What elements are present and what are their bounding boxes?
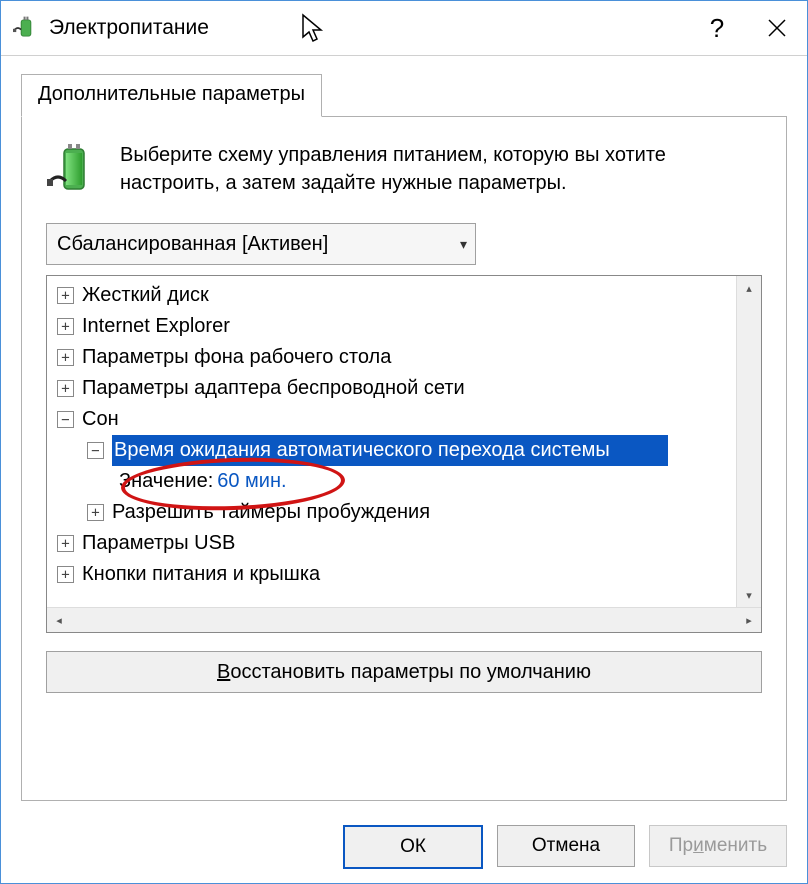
battery-icon <box>46 141 102 197</box>
close-icon <box>768 19 786 37</box>
restore-defaults-label: Восстановить параметры по умолчанию <box>217 661 591 684</box>
intro-text: Выберите схему управления питанием, кото… <box>120 141 762 197</box>
tab-content: Выберите схему управления питанием, кото… <box>21 116 787 801</box>
expand-icon[interactable]: + <box>57 287 74 304</box>
tab-advanced[interactable]: Дополнительные параметры <box>21 74 322 117</box>
sleep-timeout-value[interactable]: 60 мин. <box>217 466 286 497</box>
apply-button[interactable]: Применить <box>649 825 787 867</box>
dialog-footer: ОК Отмена Применить <box>1 815 807 883</box>
tree-item-wireless[interactable]: + Параметры адаптера беспроводной сети <box>53 373 757 404</box>
tree-item-wake-timers[interactable]: + Разрешить таймеры пробуждения <box>53 497 757 528</box>
help-button[interactable]: ? <box>687 1 747 55</box>
title-buttons: ? <box>687 1 807 55</box>
close-button[interactable] <box>747 1 807 55</box>
window-title: Электропитание <box>49 16 687 40</box>
expand-icon[interactable]: + <box>57 349 74 366</box>
titlebar: Электропитание ? <box>1 1 807 56</box>
cancel-button[interactable]: Отмена <box>497 825 635 867</box>
scroll-down-icon[interactable]: ▾ <box>737 583 761 607</box>
apply-label: Применить <box>669 835 767 857</box>
tab-header: Дополнительные параметры <box>21 74 787 117</box>
ok-button[interactable]: ОК <box>343 825 483 869</box>
settings-tree-scroll[interactable]: + Жесткий диск + Internet Explorer + Пар… <box>47 276 761 607</box>
tree-item-ie[interactable]: + Internet Explorer <box>53 311 757 342</box>
power-plan-selected: Сбалансированная [Активен] <box>57 233 328 256</box>
restore-defaults-button[interactable]: Восстановить параметры по умолчанию <box>46 651 762 693</box>
expand-icon[interactable]: + <box>57 566 74 583</box>
intro-row: Выберите схему управления питанием, кото… <box>46 141 762 197</box>
power-plan-select[interactable]: Сбалансированная [Активен] ▾ <box>46 223 476 265</box>
tree-item-sleep[interactable]: − Сон <box>53 404 757 435</box>
tree-item-usb[interactable]: + Параметры USB <box>53 528 757 559</box>
tree-item-buttons-lid[interactable]: + Кнопки питания и крышка <box>53 559 757 590</box>
horizontal-scrollbar[interactable]: ◂ ▸ <box>47 607 761 632</box>
power-options-dialog: Электропитание ? Дополнительные параметр… <box>0 0 808 884</box>
collapse-icon[interactable]: − <box>57 411 74 428</box>
expand-icon[interactable]: + <box>57 535 74 552</box>
tree-item-wallpaper[interactable]: + Параметры фона рабочего стола <box>53 342 757 373</box>
dialog-body: Дополнительные параметры <box>1 56 807 815</box>
scroll-up-icon[interactable]: ▴ <box>737 276 761 300</box>
scroll-right-icon[interactable]: ▸ <box>737 608 761 632</box>
settings-tree-container: + Жесткий диск + Internet Explorer + Пар… <box>46 275 762 633</box>
collapse-icon[interactable]: − <box>87 442 104 459</box>
expand-icon[interactable]: + <box>57 380 74 397</box>
tree-item-sleep-timeout[interactable]: − Время ожидания автоматического переход… <box>53 435 757 466</box>
expand-icon[interactable]: + <box>87 504 104 521</box>
tree-item-value[interactable]: Значение: 60 мин. <box>53 466 757 497</box>
expand-icon[interactable]: + <box>57 318 74 335</box>
scroll-left-icon[interactable]: ◂ <box>47 608 71 632</box>
tree-item-hard-disk[interactable]: + Жесткий диск <box>53 280 757 311</box>
vertical-scrollbar[interactable]: ▴ ▾ <box>736 276 761 607</box>
power-icon <box>13 15 39 41</box>
chevron-down-icon: ▾ <box>460 236 467 253</box>
